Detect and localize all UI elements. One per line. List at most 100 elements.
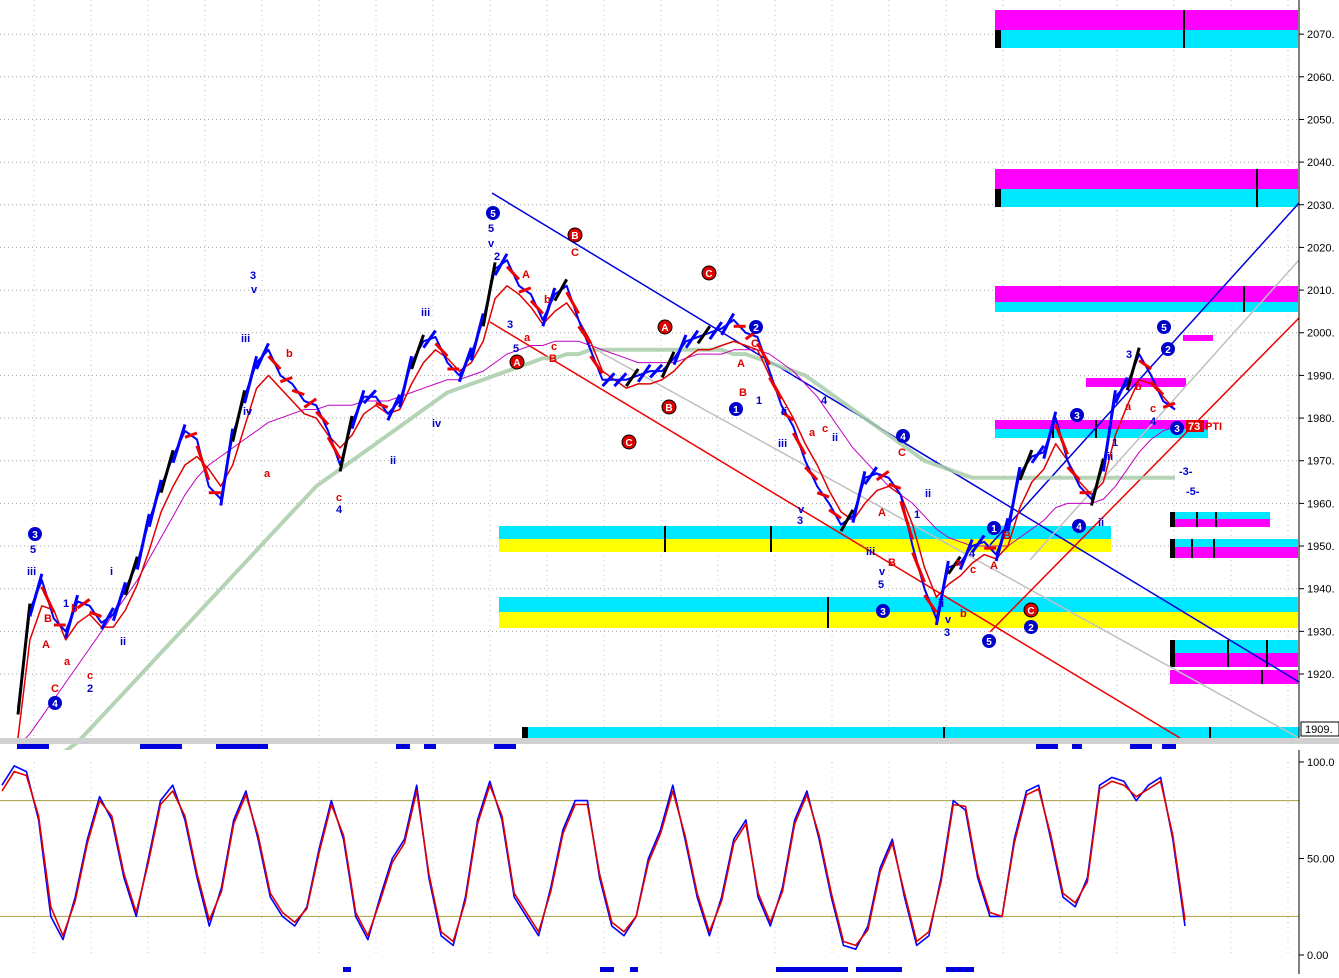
target-zone-magenta <box>1170 519 1270 527</box>
svg-text:ii: ii <box>781 406 787 418</box>
svg-text:b: b <box>71 603 78 615</box>
svg-text:C: C <box>898 447 906 459</box>
price-tag: 73 PTI <box>1186 420 1222 433</box>
target-zone-magenta <box>1170 653 1298 667</box>
svg-text:4: 4 <box>52 699 58 710</box>
price-tick-label: 2010. <box>1307 285 1335 297</box>
svg-text:4: 4 <box>969 548 976 560</box>
svg-text:c: c <box>336 492 342 504</box>
svg-text:c: c <box>970 564 976 576</box>
oscillator-tick-label: 100.0 <box>1307 757 1335 769</box>
svg-text:3: 3 <box>32 530 38 541</box>
svg-text:B: B <box>665 403 672 414</box>
svg-text:c: c <box>822 423 828 435</box>
target-zone-cyan <box>499 597 1298 612</box>
svg-text:b: b <box>544 294 551 306</box>
svg-text:i: i <box>110 566 113 578</box>
elliott-wave-chart: 3 4 5 B A C A B C 2 1 4 3 5 1 2 3 4 5 2 <box>0 0 1339 974</box>
price-tick-label: 1990. <box>1307 370 1335 382</box>
svg-text:4: 4 <box>821 395 828 407</box>
target-zone-cyan <box>995 302 1298 312</box>
svg-text:4: 4 <box>336 504 343 516</box>
wave-circle-A: A <box>657 319 673 335</box>
svg-text:5: 5 <box>1161 323 1167 334</box>
price-tick-label: 2020. <box>1307 242 1335 254</box>
price-tick-label: 1960. <box>1307 498 1335 510</box>
svg-text:PTI: PTI <box>1205 421 1222 433</box>
wave-circle-B: B <box>567 227 583 243</box>
svg-text:5: 5 <box>986 637 992 648</box>
svg-text:B: B <box>571 231 578 242</box>
svg-text:ii: ii <box>390 455 396 467</box>
svg-text:ii: ii <box>832 432 838 444</box>
svg-text:4: 4 <box>1150 416 1157 428</box>
svg-text:B: B <box>549 353 557 365</box>
wave-circle-4: 4 <box>1072 519 1086 533</box>
target-zone-cyan <box>1170 512 1270 519</box>
svg-text:A: A <box>513 358 520 369</box>
wave-circle-5: 5 <box>982 634 996 648</box>
last-price-label: 1909. <box>1305 724 1333 736</box>
svg-text:iv: iv <box>243 406 253 418</box>
svg-text:ii: ii <box>120 636 126 648</box>
wave-circle-2: 2 <box>1161 342 1175 356</box>
svg-text:b: b <box>1135 381 1142 393</box>
wave-circle-3: 3 <box>28 527 42 541</box>
svg-text:a: a <box>955 557 962 569</box>
svg-text:5: 5 <box>878 579 884 591</box>
svg-text:b: b <box>960 608 967 620</box>
svg-text:1: 1 <box>756 395 762 407</box>
svg-text:ii: ii <box>1098 517 1104 529</box>
svg-text:c: c <box>87 670 93 682</box>
svg-text:C: C <box>625 438 632 449</box>
svg-text:5: 5 <box>490 209 496 220</box>
svg-text:A: A <box>878 507 886 519</box>
price-tick-label: 2070. <box>1307 29 1335 41</box>
svg-text:2: 2 <box>87 683 93 695</box>
svg-text:5: 5 <box>30 544 36 556</box>
price-tick-label: 2040. <box>1307 157 1335 169</box>
price-tick-label: 2030. <box>1307 200 1335 212</box>
svg-text:iii: iii <box>421 307 430 319</box>
svg-text:1: 1 <box>914 509 920 521</box>
wave-circle-1: 1 <box>987 521 1001 535</box>
svg-text:3: 3 <box>507 319 513 331</box>
svg-text:iv: iv <box>432 418 442 430</box>
wave-circle-3: 3 <box>1170 421 1184 435</box>
chart-window: 3 4 5 B A C A B C 2 1 4 3 5 1 2 3 4 5 2 <box>0 0 1339 974</box>
price-tick-label: 1970. <box>1307 456 1335 468</box>
wave-circle-C: C <box>621 434 637 450</box>
svg-text:C: C <box>51 683 59 695</box>
svg-text:1: 1 <box>1112 437 1118 449</box>
price-tick-label: 1940. <box>1307 584 1335 596</box>
svg-text:c: c <box>1150 403 1156 415</box>
svg-text:ii: ii <box>938 598 944 610</box>
svg-text:5: 5 <box>513 343 519 355</box>
wave-circle-4: 4 <box>896 429 910 443</box>
target-zone-cyan <box>995 30 1298 48</box>
price-tick-label: 2060. <box>1307 72 1335 84</box>
period-markers-top <box>17 744 1176 749</box>
target-zone-magenta <box>1183 335 1213 341</box>
svg-text:4: 4 <box>1076 522 1082 533</box>
svg-text:5: 5 <box>488 223 494 235</box>
svg-text:a: a <box>1125 401 1132 413</box>
svg-text:C: C <box>571 247 579 259</box>
wave-circle-C: C <box>701 265 717 281</box>
svg-text:a: a <box>64 656 71 668</box>
svg-text:A: A <box>522 269 530 281</box>
svg-text:3: 3 <box>1074 411 1080 422</box>
svg-text:iii: iii <box>866 546 875 558</box>
oscillator-tick-label: 0.00 <box>1307 950 1328 962</box>
svg-text:3: 3 <box>1174 424 1180 435</box>
svg-text:c: c <box>551 341 557 353</box>
svg-text:2: 2 <box>494 251 500 263</box>
target-zone-yellow <box>499 612 1298 628</box>
svg-text:v: v <box>251 284 258 296</box>
target-zone-magenta <box>995 286 1298 302</box>
svg-text:3: 3 <box>944 627 950 639</box>
svg-text:B: B <box>888 557 896 569</box>
svg-text:4: 4 <box>900 432 906 443</box>
svg-text:1: 1 <box>63 598 69 610</box>
wave-circle-5: 5 <box>1157 320 1171 334</box>
